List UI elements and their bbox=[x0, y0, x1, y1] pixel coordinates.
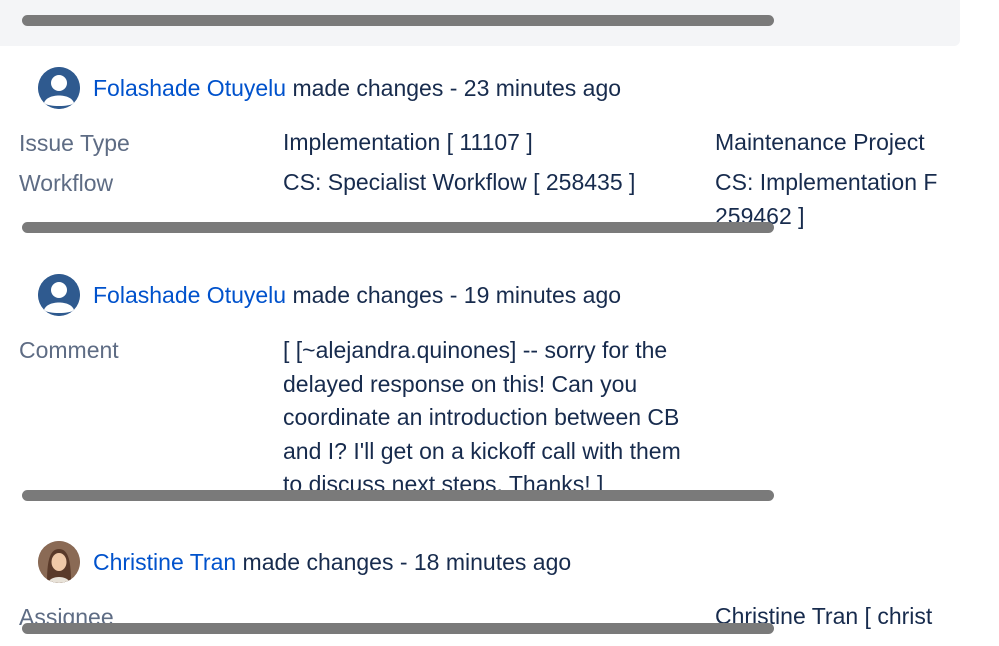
comment-text: [ [~alejandra.quinones] -- sorry for the… bbox=[283, 337, 681, 497]
horizontal-scrollbar[interactable] bbox=[22, 490, 774, 501]
user-link[interactable]: Christine Tran bbox=[93, 549, 236, 576]
history-entry-header: Christine Tran made changes - 18 minutes… bbox=[38, 541, 571, 583]
field-label-workflow: Workflow bbox=[19, 170, 114, 196]
change-summary: made changes - 18 minutes ago bbox=[236, 548, 572, 575]
user-photo-avatar[interactable] bbox=[38, 541, 80, 583]
history-entry-header: Folashade Otuyelu made changes - 23 minu… bbox=[38, 67, 621, 109]
horizontal-scrollbar[interactable] bbox=[22, 222, 774, 233]
change-summary: made changes - 23 minutes ago bbox=[286, 74, 622, 101]
default-user-avatar-icon[interactable] bbox=[38, 274, 80, 316]
field-label-comment: Comment bbox=[19, 337, 119, 363]
old-value-issue-type: Implementation [ 11107 ] bbox=[283, 129, 533, 155]
user-link[interactable]: Folashade Otuyelu bbox=[93, 282, 286, 309]
default-user-avatar-icon[interactable] bbox=[38, 67, 80, 109]
field-label-issue-type: Issue Type bbox=[19, 130, 130, 156]
user-link[interactable]: Folashade Otuyelu bbox=[93, 75, 286, 102]
new-value-issue-type: Maintenance Project bbox=[715, 129, 925, 155]
horizontal-scrollbar[interactable] bbox=[22, 15, 774, 26]
change-summary: made changes - 19 minutes ago bbox=[286, 281, 622, 308]
horizontal-scrollbar[interactable] bbox=[22, 623, 774, 634]
old-value-workflow: CS: Specialist Workflow [ 258435 ] bbox=[283, 169, 636, 195]
history-entry-header: Folashade Otuyelu made changes - 19 minu… bbox=[38, 274, 621, 316]
